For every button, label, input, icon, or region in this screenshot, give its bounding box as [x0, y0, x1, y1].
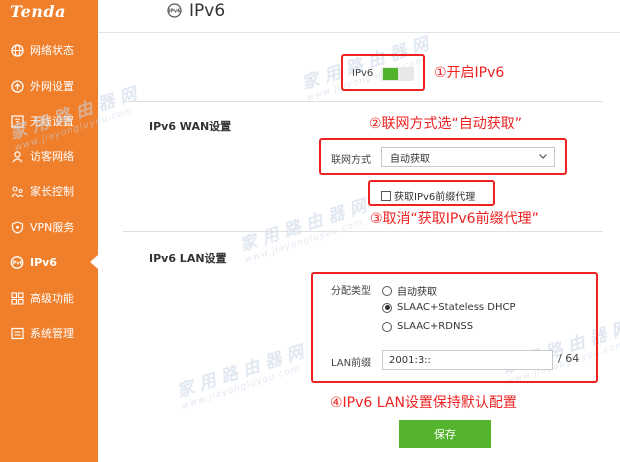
svg-text:IPv6: IPv6: [11, 260, 24, 266]
lan-section-title: IPv6 LAN设置: [149, 252, 227, 265]
watermark: 家用路由器网 www.jiayongluyou.com: [237, 194, 375, 266]
sidebar-item-label: 家长控制: [30, 185, 74, 198]
annotation-step1: ①开启IPv6: [434, 65, 505, 81]
wan-section-title: IPv6 WAN设置: [149, 120, 232, 133]
ipv6-icon: IPv6: [167, 3, 182, 18]
system-icon: [10, 326, 24, 340]
watermark: 家用路由器网 www.jiayongluyou.com: [174, 340, 312, 412]
grid-icon: [10, 291, 24, 305]
divider: [123, 101, 603, 102]
annotation-box-step3: [368, 180, 495, 206]
annotation-box-step2: [319, 138, 567, 175]
annotation-box-step1: [341, 54, 425, 91]
sidebar-item-label: 系统管理: [30, 327, 74, 340]
annotation-step3: ③取消“获取IPv6前缀代理”: [370, 211, 539, 227]
sidebar-item-system[interactable]: 系统管理: [0, 322, 98, 344]
sidebar-item-ipv6[interactable]: IPv6 IPv6: [0, 251, 98, 273]
page-title: IPv6: [189, 1, 226, 21]
page-header: IPv6 IPv6: [98, 0, 620, 33]
annotation-box-step4: [311, 272, 598, 383]
sidebar-item-parental-control[interactable]: 家长控制: [0, 180, 98, 202]
save-button[interactable]: 保存: [399, 420, 491, 448]
annotation-step2: ②联网方式选“自动获取”: [369, 116, 523, 132]
svg-text:IPv6: IPv6: [168, 9, 181, 15]
globe-icon: [10, 43, 24, 57]
vpn-shield-icon: [10, 220, 24, 234]
sidebar-item-label: 网络状态: [30, 44, 74, 57]
divider: [123, 231, 603, 232]
annotation-step4: ④IPv6 LAN设置保持默认配置: [330, 395, 517, 411]
sidebar-item-advanced[interactable]: 高级功能: [0, 287, 98, 309]
sidebar: Tenda 网络状态 外网设置 无线设置 访客网络 家长控制 VPN服务 IPv…: [0, 0, 98, 462]
sidebar-item-label: 访客网络: [30, 150, 74, 163]
sidebar-item-network-status[interactable]: 网络状态: [0, 39, 98, 61]
sidebar-item-label: VPN服务: [30, 221, 75, 234]
parental-control-icon: [10, 184, 24, 198]
sidebar-item-label: IPv6: [30, 255, 57, 269]
internet-icon: [10, 79, 24, 93]
sidebar-item-wan-settings[interactable]: 外网设置: [0, 75, 98, 97]
brand-logo: Tenda: [10, 2, 66, 21]
ipv6-icon: IPv6: [10, 255, 24, 269]
sidebar-item-vpn[interactable]: VPN服务: [0, 216, 98, 238]
sidebar-item-label: 高级功能: [30, 292, 74, 305]
sidebar-item-label: 外网设置: [30, 80, 74, 93]
